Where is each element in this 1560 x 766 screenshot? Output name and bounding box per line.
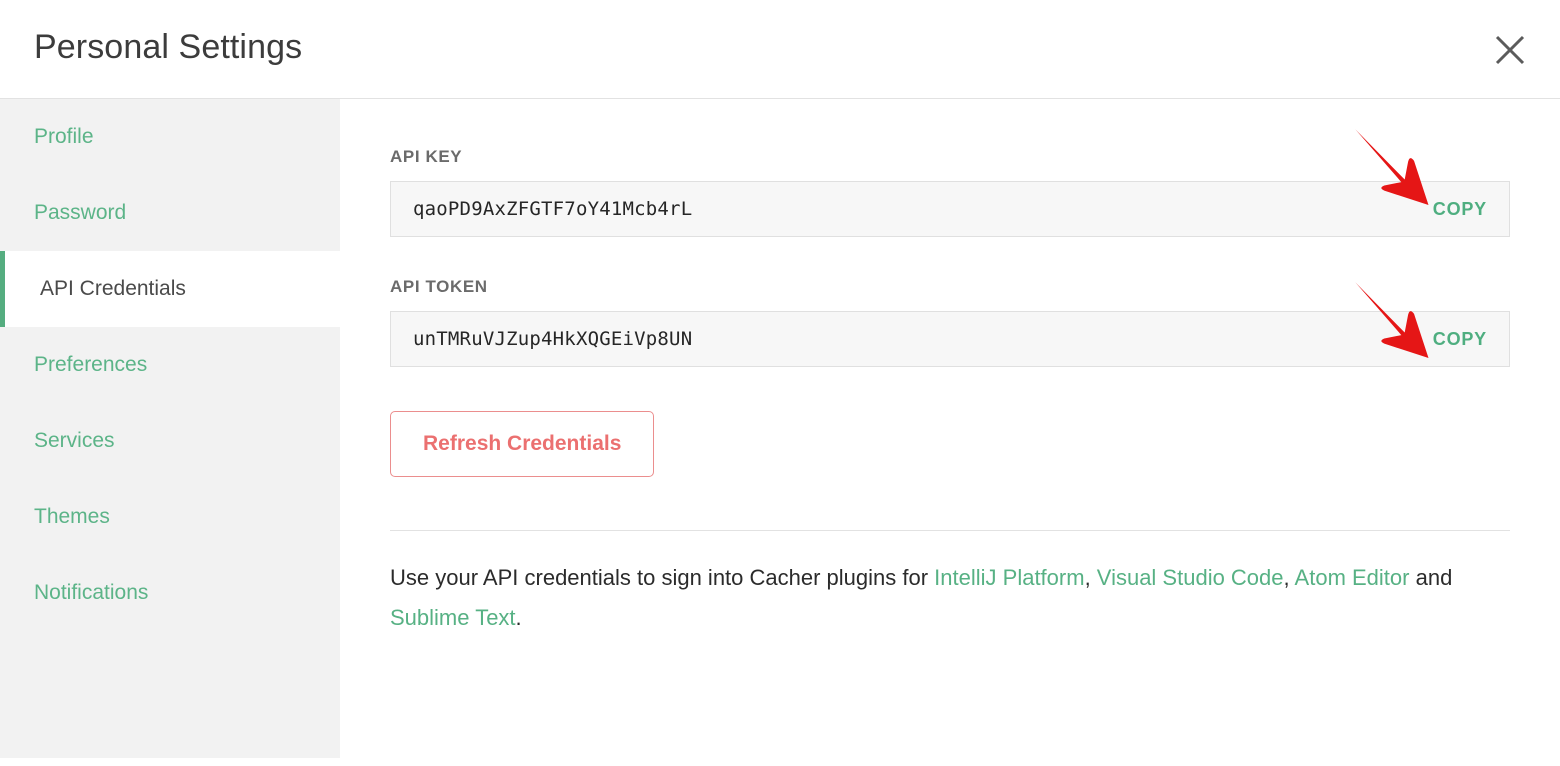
api-token-value: unTMRuVJZup4HkXQGEiVp8UN — [413, 328, 693, 350]
sidebar-item-api-credentials[interactable]: API Credentials — [0, 251, 340, 327]
copy-api-key-button[interactable]: COPY — [1433, 199, 1487, 220]
api-key-field[interactable]: qaoPD9AxZFGTF7oY41Mcb4rL COPY — [390, 181, 1510, 237]
page-title: Personal Settings — [34, 28, 303, 66]
help-text-sep3: and — [1409, 565, 1453, 590]
sidebar-item-label: Services — [34, 429, 115, 452]
sidebar-item-themes[interactable]: Themes — [0, 479, 340, 555]
link-atom-editor[interactable]: Atom Editor — [1295, 565, 1410, 590]
sidebar-item-services[interactable]: Services — [0, 403, 340, 479]
sidebar-item-label: Password — [34, 201, 127, 224]
settings-sidebar: Profile Password API Credentials Prefere… — [0, 99, 340, 758]
api-credentials-panel: API KEY qaoPD9AxZFGTF7oY41Mcb4rL COPY AP… — [340, 99, 1560, 766]
sidebar-item-label: Notifications — [34, 581, 149, 604]
plugins-help-text: Use your API credentials to sign into Ca… — [390, 558, 1510, 638]
sidebar-item-preferences[interactable]: Preferences — [0, 327, 340, 403]
api-token-field[interactable]: unTMRuVJZup4HkXQGEiVp8UN COPY — [390, 311, 1510, 367]
sidebar-item-notifications[interactable]: Notifications — [0, 555, 340, 631]
section-divider — [390, 530, 1510, 531]
link-sublime-text[interactable]: Sublime Text — [390, 605, 516, 630]
close-icon[interactable] — [1490, 30, 1530, 70]
sidebar-item-label: API Credentials — [40, 277, 186, 300]
sidebar-item-label: Preferences — [34, 353, 148, 376]
sidebar-item-label: Profile — [34, 125, 94, 148]
copy-api-token-button[interactable]: COPY — [1433, 329, 1487, 350]
help-text-intro: Use your API credentials to sign into Ca… — [390, 565, 935, 590]
personal-settings-dialog: Personal Settings Profile Password API C… — [0, 0, 1560, 766]
sidebar-item-password[interactable]: Password — [0, 175, 340, 251]
refresh-credentials-button[interactable]: Refresh Credentials — [390, 411, 655, 477]
dialog-header: Personal Settings — [0, 0, 1560, 99]
api-key-label: API KEY — [390, 147, 463, 166]
sidebar-item-profile[interactable]: Profile — [0, 99, 340, 175]
link-visual-studio-code[interactable]: Visual Studio Code — [1097, 565, 1284, 590]
help-text-sep2: , — [1283, 565, 1295, 590]
link-intellij-platform[interactable]: IntelliJ Platform — [934, 565, 1084, 590]
help-text-end: . — [515, 605, 522, 630]
api-token-label: API TOKEN — [390, 277, 488, 296]
api-key-value: qaoPD9AxZFGTF7oY41Mcb4rL — [413, 198, 693, 220]
dialog-body: Profile Password API Credentials Prefere… — [0, 99, 1560, 766]
sidebar-item-label: Themes — [34, 505, 110, 528]
help-text-sep1: , — [1084, 565, 1097, 590]
